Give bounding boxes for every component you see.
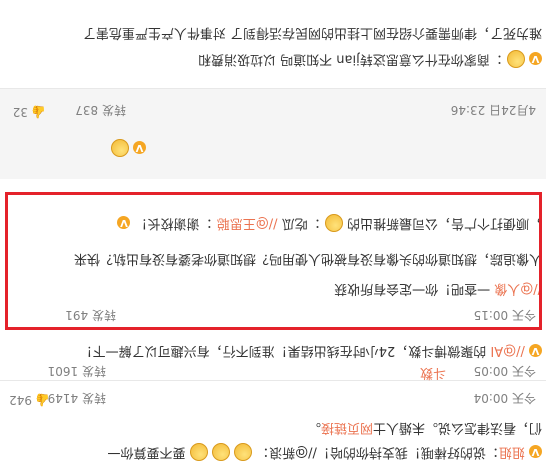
comment-text: 们，看法律怎么说。未婚人士 — [372, 420, 542, 435]
verified-icon: V — [529, 344, 542, 357]
mention-link[interactable]: //@AI — [490, 343, 525, 358]
comment-text: 的聚微博斗数，24小时在线出结果！准到不行，有兴趣可以了解一下！ — [79, 343, 487, 358]
web-link[interactable]: 网页链接 — [321, 420, 373, 435]
emoji-icon — [211, 443, 230, 461]
comment-text-line: 们，看法律怎么说。未婚人士网页链接。 — [307, 420, 542, 435]
thumb-up-icon: 👍 — [35, 393, 50, 407]
comment-time: 今天 00:04 — [473, 391, 536, 405]
emoji-icon — [506, 50, 525, 68]
verified-icon: V — [529, 52, 542, 66]
comment-text: 要不要算你一 — [107, 444, 186, 460]
comment-text-line: 斗数 — [420, 364, 446, 380]
comment-text: 不知道吗 以垃圾消费和 — [198, 51, 333, 67]
comment-author[interactable]: 姐姐 — [499, 445, 525, 460]
comment-block: V ：商家你在什么意思这转jian 不知道吗 以垃圾消费和 难为死了，律师需要介… — [0, 0, 546, 88]
verified-icon: V — [133, 141, 146, 155]
comment-text-line: V — [110, 139, 146, 157]
comment-text-line: 难为死了，律师需要介绍在网上挂出的网民存活得到了 对事件人产生严重危害了 — [83, 24, 542, 40]
comment-text-line: V //@AI 的聚微博斗数，24小时在线出结果！准到不行，有兴趣可以了解一下！ — [80, 342, 542, 358]
divider — [0, 88, 546, 89]
comment-block: 4月24日 23:46 转发 837 👍32 V — [0, 89, 546, 179]
like-count[interactable]: 👍32 — [13, 105, 46, 119]
extra-link[interactable]: 斗数 — [420, 365, 446, 380]
verified-icon: V — [529, 445, 542, 459]
comment-text-line: V ：商家你在什么意思这转jian 不知道吗 以垃圾消费和 — [198, 50, 542, 68]
emoji-icon — [110, 139, 129, 157]
repost-count[interactable]: 转发 837 — [75, 102, 126, 119]
thumb-up-icon: 👍 — [31, 105, 46, 119]
like-count[interactable]: 👍942 — [9, 393, 50, 407]
comment-time: 今天 00:05 — [473, 364, 536, 378]
divider — [0, 380, 546, 381]
repost-count[interactable]: 转发 1601 — [48, 363, 106, 380]
repost-count[interactable]: 转发 4149 — [48, 390, 106, 407]
comment-text: ：商家你在什么意思这转jian — [336, 51, 503, 67]
comment-block: V 姐姐：说的好棒哦！我支持你的哈！//@新浪： 要不要算你一 们，看法律怎么说… — [0, 381, 546, 469]
comment-text: ：说的好棒哦！我支持你的哈！//@新浪： — [256, 444, 499, 460]
comment-text: 难为死了，律师需要介绍在网上挂出的网民存活得到了 对事件人产生严重危害了 — [82, 25, 542, 40]
comment-block: 今天 00:05 斗数 转发 1601 V //@AI 的聚微博斗数，24小时在… — [0, 328, 546, 380]
comment-text-line: V 姐姐：说的好棒哦！我支持你的哈！//@新浪： 要不要算你一 — [107, 443, 542, 461]
emoji-icon — [233, 443, 252, 461]
highlight-frame — [5, 192, 542, 330]
rotated-feed: V 姐姐：说的好棒哦！我支持你的哈！//@新浪： 要不要算你一 们，看法律怎么说… — [0, 0, 546, 469]
comment-time: 4月24日 23:46 — [450, 103, 536, 117]
emoji-icon — [189, 443, 208, 461]
